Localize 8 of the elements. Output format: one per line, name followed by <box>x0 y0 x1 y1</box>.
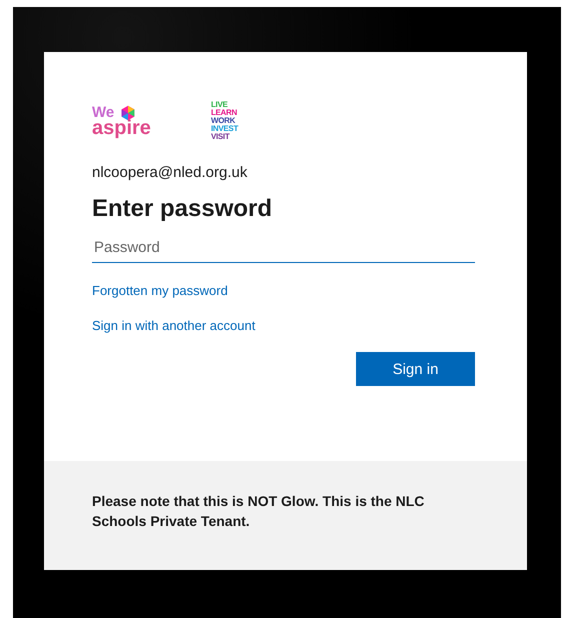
tagline-logo: LIVE LEARN WORK INVEST VISIT <box>210 101 238 141</box>
page-title: Enter password <box>92 195 274 223</box>
brand-logo: We aspire <box>92 104 151 138</box>
footer-note: Please note that this is NOT Glow. This is the NLC Schools Private Tenant. <box>92 492 426 532</box>
sign-in-button[interactable]: Sign in <box>356 352 475 386</box>
text-link[interactable]: Forgotten my password <box>92 283 228 298</box>
account-email: nlcoopera@nled.org.uk <box>92 164 248 181</box>
text-link[interactable]: Sign in with another account <box>92 318 256 333</box>
